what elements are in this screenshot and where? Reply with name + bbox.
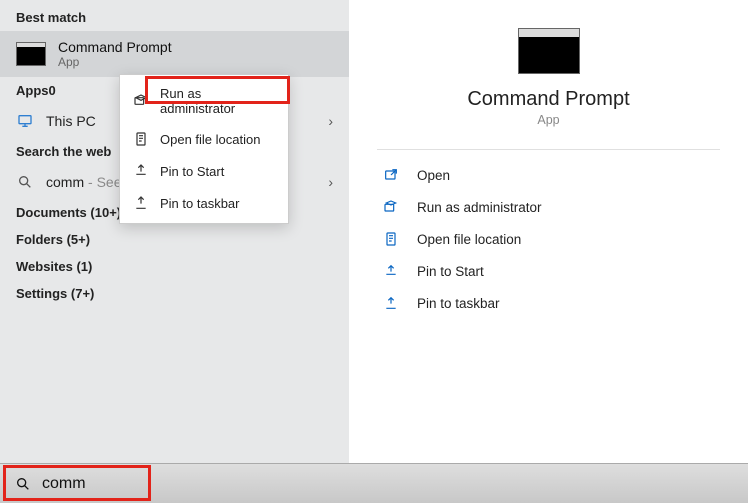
action-open-location-label: Open file location bbox=[417, 232, 521, 247]
best-match-title: Command Prompt bbox=[58, 39, 172, 55]
preview-subtitle: App bbox=[537, 113, 559, 127]
pin-start-icon bbox=[132, 162, 150, 180]
this-pc-icon bbox=[16, 112, 34, 130]
search-results-panel: Best match Command Prompt App Apps0 This… bbox=[0, 0, 349, 463]
run-admin-icon bbox=[381, 198, 401, 216]
this-pc-label: This PC bbox=[46, 113, 96, 129]
divider bbox=[377, 149, 720, 150]
ctx-run-as-admin[interactable]: Run as administrator bbox=[120, 79, 288, 123]
preview-title: Command Prompt bbox=[467, 88, 629, 111]
pin-taskbar-icon bbox=[381, 294, 401, 312]
search-icon bbox=[16, 173, 34, 191]
ctx-open-location[interactable]: Open file location bbox=[120, 123, 288, 155]
action-open-location[interactable]: Open file location bbox=[377, 228, 720, 250]
ctx-pin-start-label: Pin to Start bbox=[160, 164, 224, 179]
search-icon bbox=[14, 475, 32, 493]
folders-heading[interactable]: Folders (5+) bbox=[0, 226, 349, 253]
ctx-pin-taskbar-label: Pin to taskbar bbox=[160, 196, 240, 211]
web-query: comm bbox=[46, 174, 84, 190]
pin-start-icon bbox=[381, 262, 401, 280]
action-run-admin-label: Run as administrator bbox=[417, 200, 542, 215]
ctx-pin-start[interactable]: Pin to Start bbox=[120, 155, 288, 187]
folder-icon bbox=[381, 230, 401, 248]
action-pin-taskbar[interactable]: Pin to taskbar bbox=[377, 292, 720, 314]
ctx-open-location-label: Open file location bbox=[160, 132, 260, 147]
chevron-right-icon: › bbox=[328, 113, 333, 129]
settings-heading[interactable]: Settings (7+) bbox=[0, 280, 349, 307]
action-pin-taskbar-label: Pin to taskbar bbox=[417, 296, 500, 311]
chevron-right-icon: › bbox=[328, 174, 333, 190]
websites-heading[interactable]: Websites (1) bbox=[0, 253, 349, 280]
command-prompt-icon bbox=[16, 42, 46, 66]
action-open[interactable]: Open bbox=[377, 164, 720, 186]
ctx-run-as-admin-label: Run as administrator bbox=[160, 86, 276, 116]
context-menu: Run as administrator Open file location … bbox=[119, 74, 289, 224]
action-pin-start-label: Pin to Start bbox=[417, 264, 484, 279]
best-match-subtitle: App bbox=[58, 55, 172, 69]
search-bar[interactable]: comm bbox=[0, 463, 748, 503]
ctx-pin-taskbar[interactable]: Pin to taskbar bbox=[120, 187, 288, 219]
preview-app-icon bbox=[518, 28, 580, 74]
action-open-label: Open bbox=[417, 168, 450, 183]
open-icon bbox=[381, 166, 401, 184]
folder-icon bbox=[132, 130, 150, 148]
best-match-heading: Best match bbox=[0, 4, 349, 31]
preview-actions: Open Run as administrator Open file loca… bbox=[377, 164, 720, 314]
best-match-result[interactable]: Command Prompt App bbox=[0, 31, 349, 77]
search-query: comm bbox=[42, 475, 86, 493]
action-pin-start[interactable]: Pin to Start bbox=[377, 260, 720, 282]
action-run-admin[interactable]: Run as administrator bbox=[377, 196, 720, 218]
preview-panel: Command Prompt App Open Run as admi bbox=[349, 0, 748, 463]
run-admin-icon bbox=[132, 92, 150, 110]
pin-taskbar-icon bbox=[132, 194, 150, 212]
